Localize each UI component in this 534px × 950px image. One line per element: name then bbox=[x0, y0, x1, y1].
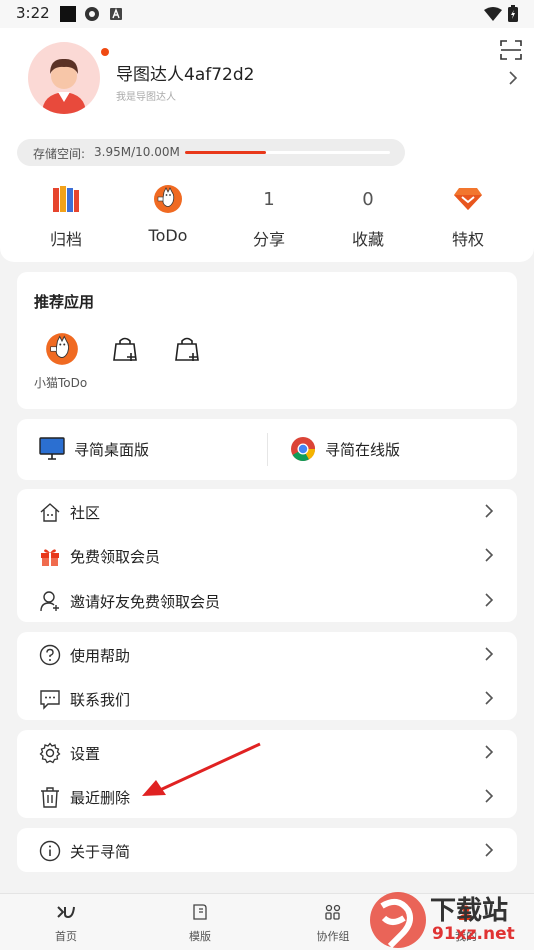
chevron-right-icon bbox=[485, 504, 494, 518]
diamond-icon bbox=[454, 188, 482, 210]
desktop-version-button[interactable]: 寻简桌面版 bbox=[39, 435, 259, 465]
online-version-label: 寻简在线版 bbox=[325, 441, 401, 459]
menu-item-contact[interactable]: 联系我们 bbox=[17, 676, 517, 721]
home-logo-icon bbox=[57, 906, 75, 919]
nav-templates[interactable]: 模版 bbox=[170, 894, 230, 944]
menu-item-community[interactable]: 社区 bbox=[17, 489, 517, 534]
menu-group-community: 社区 免费领取会员 邀请好友免费领取会员 bbox=[17, 489, 517, 622]
stat-label: 归档 bbox=[49, 230, 82, 249]
stat-todo[interactable]: ToDo bbox=[128, 182, 208, 245]
cat-todo-icon bbox=[154, 185, 182, 213]
sync-icon bbox=[85, 7, 99, 21]
stat-privilege[interactable]: 特权 bbox=[428, 182, 508, 250]
trash-icon bbox=[41, 787, 59, 808]
template-book-icon bbox=[193, 904, 207, 920]
menu-group-settings: 设置 最近删除 bbox=[17, 730, 517, 818]
menu-label: 关于寻简 bbox=[70, 843, 131, 861]
menu-label: 邀请好友免费领取会员 bbox=[70, 593, 221, 611]
profile-chevron-right-icon[interactable] bbox=[508, 70, 518, 86]
user-name[interactable]: 导图达人4af72d2 bbox=[116, 60, 254, 85]
menu-label: 社区 bbox=[70, 504, 101, 522]
watermark-url: 91xz.net bbox=[432, 924, 515, 944]
shopping-bag-plus-icon[interactable] bbox=[175, 336, 201, 362]
app-a-icon bbox=[110, 8, 122, 20]
menu-label: 最近删除 bbox=[70, 789, 131, 807]
wifi-icon bbox=[484, 7, 502, 21]
menu-label: 设置 bbox=[70, 745, 101, 763]
desktop-version-label: 寻简桌面版 bbox=[74, 441, 150, 459]
storage-bar: 存储空间: 3.95M/10.00M bbox=[17, 139, 405, 166]
chevron-right-icon bbox=[485, 789, 494, 803]
stat-label: 分享 bbox=[252, 230, 285, 249]
battery-icon bbox=[508, 5, 518, 22]
gear-icon bbox=[39, 742, 61, 764]
storage-label: 存储空间: bbox=[33, 147, 86, 161]
shopping-bag-plus-icon[interactable] bbox=[113, 336, 139, 362]
favorites-count: 0 bbox=[362, 188, 374, 210]
nav-label: 协作组 bbox=[316, 930, 350, 943]
nav-team[interactable]: 协作组 bbox=[303, 894, 363, 944]
menu-item-invite-friends[interactable]: 邀请好友免费领取会员 bbox=[17, 578, 517, 623]
user-avatar-icon bbox=[42, 58, 86, 114]
chevron-right-icon bbox=[485, 843, 494, 857]
notification-square-icon bbox=[60, 6, 76, 22]
storage-progress-fill bbox=[185, 151, 266, 154]
cat-todo-icon bbox=[46, 333, 78, 365]
menu-item-help[interactable]: 使用帮助 bbox=[17, 632, 517, 677]
community-house-icon bbox=[40, 503, 60, 522]
scan-icon[interactable] bbox=[500, 40, 522, 60]
stat-share[interactable]: 1 分享 bbox=[229, 182, 309, 250]
annotation-arrow-icon bbox=[142, 742, 261, 796]
nav-label: 模版 bbox=[189, 930, 211, 943]
storage-progress bbox=[185, 151, 390, 154]
divider bbox=[267, 433, 268, 466]
chevron-right-icon bbox=[485, 691, 494, 705]
nav-home[interactable]: 首页 bbox=[36, 894, 96, 944]
stat-archive[interactable]: 归档 bbox=[26, 182, 106, 250]
versions-card: 寻简桌面版 寻简在线版 bbox=[17, 419, 517, 480]
menu-label: 免费领取会员 bbox=[70, 548, 161, 566]
stat-label: 收藏 bbox=[351, 230, 384, 249]
menu-group-about: 关于寻简 bbox=[17, 828, 517, 872]
person-add-icon bbox=[40, 591, 59, 612]
menu-group-help: 使用帮助 联系我们 bbox=[17, 632, 517, 720]
menu-label: 联系我们 bbox=[70, 691, 131, 709]
stat-label: ToDo bbox=[148, 226, 188, 245]
app-cat-todo[interactable] bbox=[45, 332, 79, 366]
nav-label: 首页 bbox=[55, 930, 77, 943]
menu-item-settings[interactable]: 设置 bbox=[17, 730, 517, 775]
status-bar: 3:22 bbox=[0, 0, 534, 28]
app-label: 小猫ToDo bbox=[34, 376, 88, 390]
stat-favorites[interactable]: 0 收藏 bbox=[328, 182, 408, 250]
gift-icon bbox=[41, 549, 59, 566]
help-circle-icon bbox=[39, 644, 61, 666]
chevron-right-icon bbox=[485, 593, 494, 607]
menu-item-about[interactable]: 关于寻简 bbox=[17, 828, 517, 873]
team-icon bbox=[325, 904, 341, 920]
monitor-icon bbox=[39, 437, 65, 460]
recommended-title: 推荐应用 bbox=[34, 293, 95, 311]
online-version-button[interactable]: 寻简在线版 bbox=[290, 435, 490, 465]
info-circle-icon bbox=[39, 840, 61, 862]
archive-books-icon bbox=[53, 186, 79, 212]
user-subtitle: 我是导图达人 bbox=[116, 92, 176, 103]
watermark-brand: 下载站 bbox=[430, 896, 509, 926]
storage-value: 3.95M/10.00M bbox=[94, 145, 180, 159]
avatar[interactable] bbox=[28, 42, 100, 114]
chat-bubble-icon bbox=[40, 690, 60, 710]
menu-item-free-membership[interactable]: 免费领取会员 bbox=[17, 533, 517, 578]
recommended-apps-card: 推荐应用 小猫ToDo bbox=[17, 272, 517, 409]
status-time: 3:22 bbox=[16, 4, 50, 22]
menu-item-recently-deleted[interactable]: 最近删除 bbox=[17, 774, 517, 819]
chrome-icon bbox=[291, 437, 315, 462]
chevron-right-icon bbox=[485, 647, 494, 661]
menu-label: 使用帮助 bbox=[70, 647, 131, 665]
share-count: 1 bbox=[263, 188, 275, 210]
stat-label: 特权 bbox=[451, 230, 484, 249]
chevron-right-icon bbox=[485, 745, 494, 759]
chevron-right-icon bbox=[485, 548, 494, 562]
notification-dot bbox=[101, 48, 109, 56]
